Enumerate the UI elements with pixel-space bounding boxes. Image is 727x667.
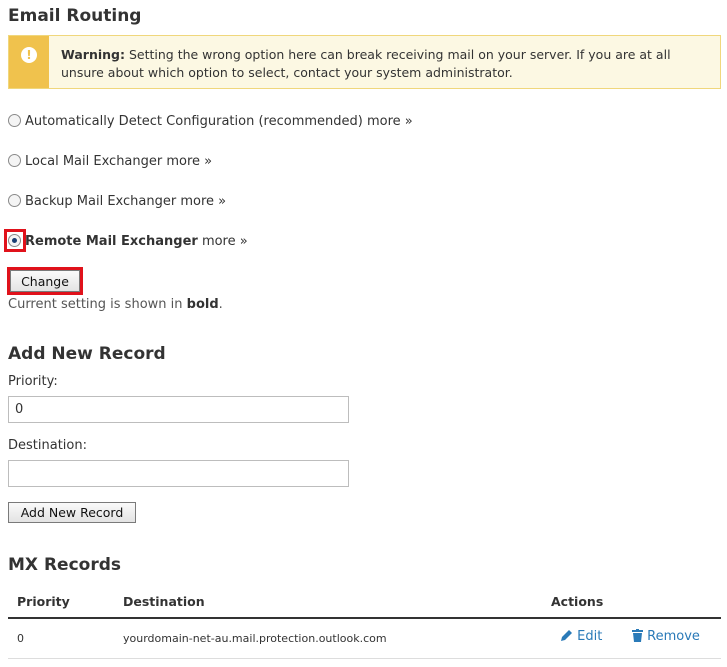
cell-destination: yourdomain-net-au.mail.protection.outloo…	[123, 632, 387, 645]
add-new-record-button[interactable]: Add New Record	[8, 502, 136, 523]
table-row-rule	[8, 658, 721, 659]
option-remote[interactable]: Remote Mail Exchanger more »	[8, 233, 248, 251]
option-auto-detect-label: Automatically Detect Configuration (reco…	[25, 114, 363, 129]
note-bold: bold	[186, 297, 219, 312]
more-link-auto-detect[interactable]: more »	[367, 114, 413, 129]
option-remote-label: Remote Mail Exchanger	[25, 234, 198, 249]
note-prefix: Current setting is shown in	[8, 297, 187, 312]
radio-backup[interactable]	[8, 194, 21, 207]
more-link-backup[interactable]: more »	[180, 194, 226, 209]
note-suffix: .	[218, 297, 223, 312]
email-routing-page: Email Routing ! Warning: Setting the wro…	[0, 0, 727, 667]
priority-input[interactable]	[8, 396, 349, 423]
radio-local[interactable]	[8, 154, 21, 167]
table-header-rule	[8, 617, 721, 619]
warning-icon-column: !	[9, 36, 49, 88]
highlight-change-button	[7, 267, 83, 295]
warning-message: Warning: Setting the wrong option here c…	[61, 46, 716, 82]
pencil-icon	[560, 629, 573, 644]
column-header-priority[interactable]: Priority	[17, 594, 70, 609]
warning-banner: ! Warning: Setting the wrong option here…	[8, 35, 721, 89]
edit-action[interactable]: Edit	[560, 629, 602, 644]
email-routing-title: Email Routing	[8, 6, 142, 26]
remove-action[interactable]: Remove	[632, 629, 700, 644]
column-header-destination[interactable]: Destination	[123, 594, 205, 609]
priority-label: Priority:	[8, 374, 58, 389]
current-setting-note: Current setting is shown in bold.	[8, 297, 223, 312]
column-header-actions: Actions	[551, 594, 604, 609]
highlight-radio-remote	[4, 229, 26, 252]
option-backup-label: Backup Mail Exchanger	[25, 194, 177, 209]
add-new-record-title: Add New Record	[8, 344, 166, 364]
warning-text: Setting the wrong option here can break …	[61, 47, 671, 80]
destination-input[interactable]	[8, 460, 349, 487]
warning-icon: !	[21, 47, 37, 63]
radio-auto-detect[interactable]	[8, 114, 21, 127]
mx-records-title: MX Records	[8, 555, 121, 575]
trash-icon	[632, 629, 643, 644]
edit-link[interactable]: Edit	[577, 629, 602, 644]
cell-priority: 0	[17, 632, 24, 645]
more-link-remote[interactable]: more »	[202, 234, 248, 249]
option-local[interactable]: Local Mail Exchanger more »	[8, 153, 212, 171]
option-auto-detect[interactable]: Automatically Detect Configuration (reco…	[8, 113, 413, 131]
option-backup[interactable]: Backup Mail Exchanger more »	[8, 193, 226, 211]
more-link-local[interactable]: more »	[166, 154, 212, 169]
option-local-label: Local Mail Exchanger	[25, 154, 163, 169]
destination-label: Destination:	[8, 438, 87, 453]
warning-bold-label: Warning:	[61, 47, 125, 62]
remove-link[interactable]: Remove	[647, 629, 700, 644]
